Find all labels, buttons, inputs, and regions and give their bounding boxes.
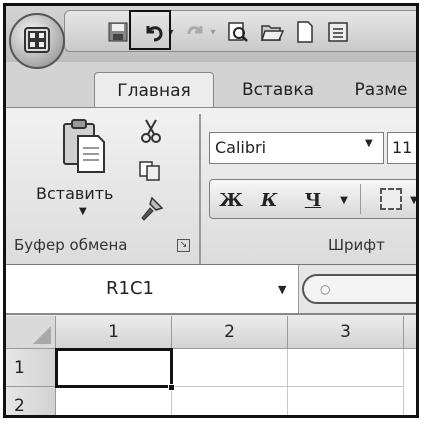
tab-home[interactable]: Главная (94, 72, 214, 108)
undo-highlight-box (129, 10, 171, 50)
save-icon[interactable] (105, 19, 131, 45)
font-size-select[interactable]: 11 (387, 132, 416, 164)
italic-button[interactable]: К (254, 186, 284, 214)
select-all-button[interactable] (6, 316, 56, 349)
paste-dropdown-icon[interactable]: ▼ (79, 206, 87, 217)
quick-access-toolbar: ▾ ▾ (6, 6, 416, 62)
tab-insert[interactable]: Вставка (228, 72, 328, 108)
tab-page-layout[interactable]: Разме (336, 72, 416, 108)
name-box[interactable]: R1C1 ▼ (6, 265, 299, 313)
grid-cell[interactable] (172, 387, 288, 415)
clipboard-group-label: Буфер обмена (14, 236, 128, 254)
new-icon[interactable] (293, 19, 317, 45)
paste-icon[interactable] (56, 118, 110, 176)
grid-cell[interactable] (56, 387, 172, 415)
row-header[interactable]: 2 (6, 387, 56, 415)
ribbon-home: Вставить ▼ Буфер обмена ↘ Calibri ▼ 11 Ж… (6, 107, 416, 265)
font-format-toolbar: Ж К Ч ▼ ▼ (209, 179, 416, 219)
active-cell[interactable] (55, 348, 173, 388)
redo-dropdown-icon[interactable]: ▾ (207, 19, 219, 45)
excel-window: ▾ ▾ Главная Вставка Разме Вставить ▼ Буф… (3, 3, 419, 418)
formula-bar: R1C1 ▼ ○ (6, 265, 416, 315)
column-header[interactable] (404, 316, 416, 349)
cut-icon[interactable] (140, 118, 162, 149)
underline-button[interactable]: Ч (298, 186, 328, 214)
column-header[interactable]: 1 (56, 316, 172, 349)
worksheet-grid[interactable]: 1 2 3 1 2 (6, 316, 416, 415)
customize-icon[interactable] (325, 19, 351, 45)
copy-icon[interactable] (138, 160, 162, 187)
font-name-dropdown-icon[interactable]: ▼ (365, 138, 373, 149)
ribbon-tabs: Главная Вставка Разме (6, 62, 416, 108)
clipboard-dialog-launcher-icon[interactable]: ↘ (177, 239, 190, 252)
fill-handle[interactable] (168, 384, 175, 391)
select-all-icon (33, 326, 51, 344)
column-header[interactable]: 2 (172, 316, 288, 349)
office-button[interactable] (9, 13, 65, 69)
borders-dropdown-icon[interactable]: ▼ (406, 186, 416, 214)
print-preview-icon[interactable] (225, 19, 251, 45)
grid-cell[interactable] (288, 349, 404, 387)
name-box-value: R1C1 (106, 278, 154, 299)
grid-cell[interactable] (172, 349, 288, 387)
formula-bar-expander[interactable]: ○ (302, 274, 416, 304)
font-group-label: Шрифт (328, 236, 385, 254)
grid-cell[interactable] (288, 387, 404, 415)
quick-access-bar: ▾ ▾ (64, 10, 416, 52)
format-divider (360, 184, 361, 214)
borders-icon[interactable] (380, 188, 402, 210)
paste-button-label[interactable]: Вставить (36, 184, 113, 203)
font-name-select[interactable]: Calibri (209, 132, 384, 164)
bold-button[interactable]: Ж (216, 186, 246, 214)
column-header[interactable]: 3 (288, 316, 404, 349)
circle-icon: ○ (320, 282, 331, 296)
underline-dropdown-icon[interactable]: ▼ (334, 186, 354, 214)
open-icon[interactable] (259, 19, 285, 45)
row-header[interactable]: 1 (6, 349, 56, 387)
group-divider (199, 114, 201, 264)
name-box-dropdown-icon[interactable]: ▼ (278, 283, 286, 296)
format-painter-icon[interactable] (138, 196, 164, 227)
office-logo (24, 27, 50, 53)
redo-icon[interactable] (185, 19, 207, 45)
